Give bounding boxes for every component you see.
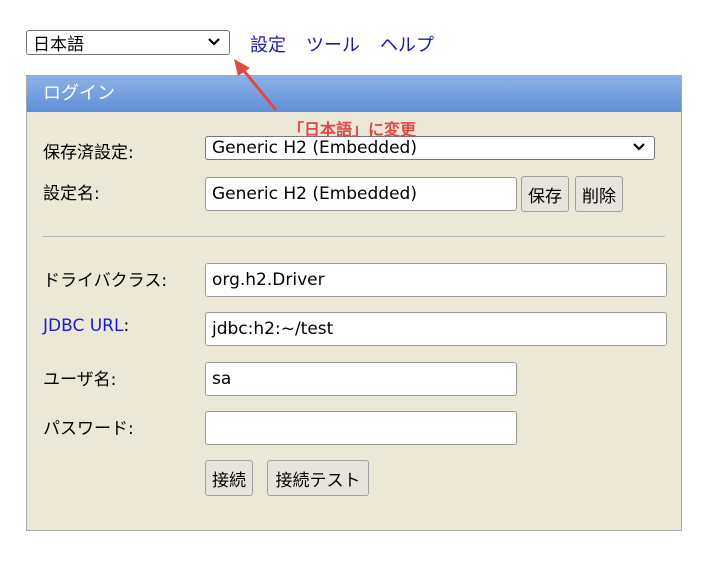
jdbc-url-label: JDBC URL: bbox=[43, 316, 129, 336]
driver-class-label: ドライバクラス: bbox=[43, 271, 168, 291]
username-field[interactable]: sa bbox=[205, 362, 517, 396]
username-value: sa bbox=[212, 369, 232, 389]
setting-name-value: Generic H2 (Embedded) bbox=[212, 184, 417, 204]
language-select-value: 日本語 bbox=[33, 35, 84, 55]
divider bbox=[43, 236, 665, 237]
delete-button[interactable]: 削除 bbox=[575, 176, 623, 212]
panel-title: ログイン bbox=[27, 76, 681, 112]
test-connection-button[interactable]: 接続テスト bbox=[267, 460, 369, 496]
password-field[interactable] bbox=[205, 411, 517, 445]
language-select[interactable]: 日本語 bbox=[26, 30, 230, 55]
driver-class-value: org.h2.Driver bbox=[212, 270, 325, 290]
driver-class-field[interactable]: org.h2.Driver bbox=[205, 263, 667, 297]
chevron-down-icon bbox=[206, 34, 222, 55]
connect-button[interactable]: 接続 bbox=[205, 460, 253, 496]
save-button[interactable]: 保存 bbox=[521, 176, 569, 212]
tools-link[interactable]: ツール bbox=[306, 31, 360, 57]
chevron-down-icon bbox=[631, 139, 647, 160]
saved-settings-value: Generic H2 (Embedded) bbox=[212, 138, 417, 158]
jdbc-url-link[interactable]: JDBC URL bbox=[43, 316, 123, 336]
login-panel: ログイン 保存済設定: Generic H2 (Embedded) 設定名: G… bbox=[26, 75, 682, 531]
saved-settings-label: 保存済設定: bbox=[43, 143, 134, 163]
setting-name-field[interactable]: Generic H2 (Embedded) bbox=[205, 177, 517, 211]
settings-link[interactable]: 設定 bbox=[250, 31, 286, 57]
password-label: パスワード: bbox=[43, 419, 134, 439]
setting-name-label: 設定名: bbox=[43, 184, 100, 204]
annotation-text: 「日本語」に変更 bbox=[288, 120, 417, 139]
jdbc-url-colon: : bbox=[123, 316, 130, 336]
jdbc-url-field[interactable]: jdbc:h2:~/test bbox=[205, 312, 667, 346]
help-link[interactable]: ヘルプ bbox=[380, 31, 434, 57]
username-label: ユーザ名: bbox=[43, 370, 117, 390]
annotation-arrow-icon bbox=[226, 56, 286, 120]
saved-settings-select[interactable]: Generic H2 (Embedded) bbox=[205, 136, 655, 160]
jdbc-url-value: jdbc:h2:~/test bbox=[212, 319, 334, 339]
